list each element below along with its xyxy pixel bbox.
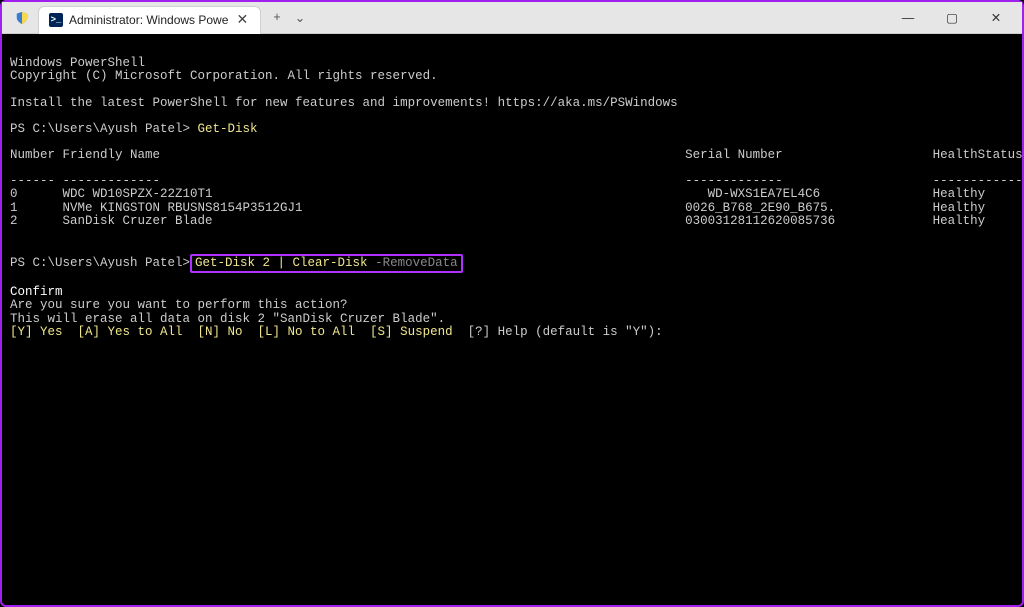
table-rule: ------ ------------- ------------- -----… xyxy=(10,174,1024,188)
confirm-text: Are you sure you want to perform this ac… xyxy=(10,298,348,312)
tab-dropdown-button[interactable]: ⌄ xyxy=(295,10,305,25)
prompt: PS C:\Users\Ayush Patel> xyxy=(10,122,198,136)
command-flag: -RemoveData xyxy=(375,256,458,270)
line: Copyright (C) Microsoft Corporation. All… xyxy=(10,69,438,83)
confirm-help: [?] Help (default is "Y"): xyxy=(453,325,663,339)
table-header: Number Friendly Name Serial Number Healt… xyxy=(10,148,1024,162)
maximize-button[interactable]: ▢ xyxy=(930,2,974,34)
table-header: Style xyxy=(10,161,1024,175)
new-tab-button[interactable]: + xyxy=(273,10,280,25)
minimize-button[interactable]: — xyxy=(886,2,930,34)
line: Install the latest PowerShell for new fe… xyxy=(10,96,678,110)
table-row: 0 WDC WD10SPZX-22Z10T1 WD-WXS1EA7EL4C6 H… xyxy=(10,187,1024,201)
command: Get-Disk 2 | Clear-Disk xyxy=(195,256,375,270)
table-row: 2 SanDisk Cruzer Blade 03003128112620085… xyxy=(10,214,1024,228)
confirm-heading: Confirm xyxy=(10,285,63,299)
tab-powershell[interactable]: >_ Administrator: Windows Powe ✕ xyxy=(38,6,261,34)
command: Get-Disk xyxy=(198,122,258,136)
powershell-icon: >_ xyxy=(49,13,63,27)
tab-actions: + ⌄ xyxy=(261,10,317,25)
tab-close-icon[interactable]: ✕ xyxy=(234,12,250,29)
prompt: PS C:\Users\Ayush Patel> xyxy=(10,256,190,270)
table-row: 1 NVMe KINGSTON RBUSNS8154P3512GJ1 0026_… xyxy=(10,201,1024,215)
window-controls: — ▢ ✕ xyxy=(886,2,1018,34)
line: Windows PowerShell xyxy=(10,56,145,70)
close-button[interactable]: ✕ xyxy=(974,2,1018,34)
confirm-options: [Y] Yes [A] Yes to All [N] No [L] No to … xyxy=(10,325,453,339)
titlebar: >_ Administrator: Windows Powe ✕ + ⌄ — ▢… xyxy=(2,2,1022,34)
uac-shield-icon xyxy=(12,8,32,28)
confirm-text: This will erase all data on disk 2 "SanD… xyxy=(10,312,445,326)
tab-title: Administrator: Windows Powe xyxy=(69,13,228,27)
terminal-output[interactable]: Windows PowerShell Copyright (C) Microso… xyxy=(2,34,1022,349)
highlighted-command: Get-Disk 2 | Clear-Disk -RemoveData xyxy=(190,254,463,273)
